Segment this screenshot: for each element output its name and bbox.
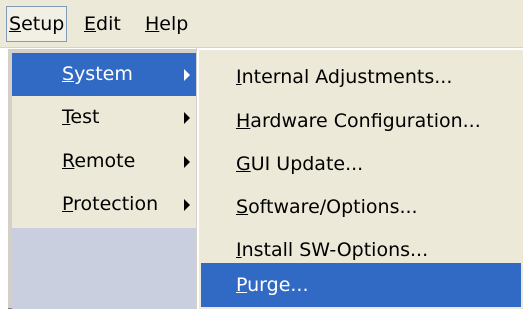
menu-item-remote[interactable]: Remote bbox=[12, 140, 205, 183]
menu-item-hardware-configuration-label: Hardware Configuration... bbox=[236, 99, 481, 143]
menu-item-software-options[interactable]: Software/Options... bbox=[201, 185, 521, 229]
menu-help[interactable]: Help bbox=[143, 7, 190, 41]
background-area bbox=[12, 228, 205, 309]
menu-item-remote-text: emote bbox=[74, 150, 136, 172]
menu-item-install-sw-options-text: nstall SW-Options... bbox=[241, 239, 429, 261]
menu-item-gui-update[interactable]: GUI Update... bbox=[201, 142, 521, 186]
menu-item-purge[interactable]: Purge... bbox=[201, 263, 521, 307]
menu-item-protection-label: Protection bbox=[62, 183, 158, 226]
system-submenu: Internal Adjustments... Hardware Configu… bbox=[197, 48, 523, 309]
menu-setup-mnemonic: S bbox=[9, 13, 22, 35]
menu-edit[interactable]: Edit bbox=[82, 7, 123, 41]
menu-item-protection-text: rotection bbox=[73, 193, 159, 215]
setup-dropdown: System Test Remote Protection bbox=[7, 48, 206, 309]
menu-edit-mnemonic: E bbox=[84, 13, 97, 35]
submenu-arrow-icon bbox=[184, 199, 190, 211]
menu-item-purge-text: urge... bbox=[247, 274, 309, 296]
menu-item-purge-mnemonic: P bbox=[236, 274, 248, 296]
menu-item-hardware-configuration-text: ardware Configuration... bbox=[250, 110, 481, 132]
menu-item-test[interactable]: Test bbox=[12, 96, 205, 139]
menu-item-internal-adjustments-label: Internal Adjustments... bbox=[236, 55, 452, 99]
menu-item-hardware-configuration-mnemonic: H bbox=[236, 110, 251, 132]
menu-item-test-text: est bbox=[70, 106, 100, 128]
menu-item-test-label: Test bbox=[62, 96, 99, 139]
menu-item-system-mnemonic: S bbox=[62, 63, 75, 85]
menu-item-protection-mnemonic: P bbox=[62, 193, 74, 215]
menu-item-protection[interactable]: Protection bbox=[12, 183, 205, 226]
menu-item-gui-update-mnemonic: G bbox=[236, 153, 251, 175]
menu-item-software-options-label: Software/Options... bbox=[236, 185, 418, 229]
submenu-arrow-icon bbox=[184, 156, 190, 168]
setup-dropdown-items: System Test Remote Protection bbox=[12, 53, 205, 228]
menu-item-software-options-text: oftware/Options... bbox=[248, 196, 418, 218]
menu-item-gui-update-text: UI Update... bbox=[250, 153, 364, 175]
menu-edit-label: dit bbox=[96, 13, 121, 35]
menu-help-mnemonic: H bbox=[145, 13, 160, 35]
menu-item-internal-adjustments-text: nternal Adjustments... bbox=[241, 66, 453, 88]
submenu-arrow-icon bbox=[184, 69, 190, 81]
menu-setup-label: etup bbox=[21, 13, 65, 35]
menu-item-remote-label: Remote bbox=[62, 140, 135, 183]
menu-item-hardware-configuration[interactable]: Hardware Configuration... bbox=[201, 99, 521, 143]
menu-item-software-options-mnemonic: S bbox=[236, 196, 249, 218]
menu-item-system-label: System bbox=[62, 53, 133, 96]
submenu-arrow-icon bbox=[184, 112, 190, 124]
menu-item-system-text: ystem bbox=[74, 63, 133, 85]
menu-item-system[interactable]: System bbox=[12, 53, 205, 96]
menu-item-purge-label: Purge... bbox=[236, 263, 309, 307]
menu-setup[interactable]: Setup bbox=[6, 6, 68, 42]
menu-bar: Setup Edit Help bbox=[0, 0, 523, 48]
menu-help-label: elp bbox=[159, 13, 189, 35]
menu-item-remote-mnemonic: R bbox=[62, 150, 75, 172]
menu-item-gui-update-label: GUI Update... bbox=[236, 142, 363, 186]
menu-item-internal-adjustments[interactable]: Internal Adjustments... bbox=[201, 55, 521, 99]
